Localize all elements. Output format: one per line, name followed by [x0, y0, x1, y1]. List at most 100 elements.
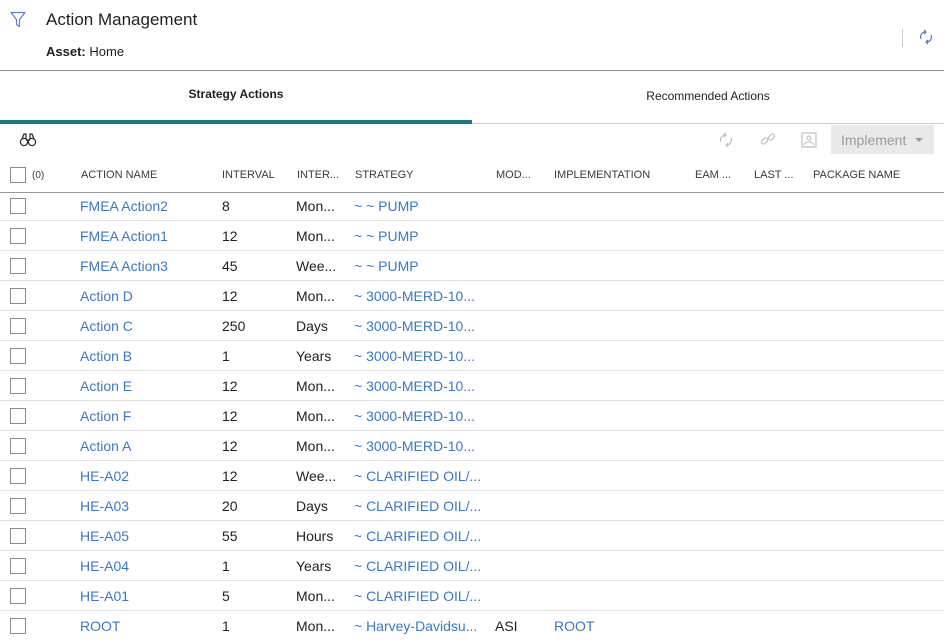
row-checkbox[interactable]: [10, 348, 26, 364]
implement-button[interactable]: Implement: [831, 125, 934, 154]
implementation-link[interactable]: [554, 281, 689, 310]
action-name-link[interactable]: Action E: [80, 371, 215, 400]
table-row[interactable]: Action E 12 Mon... ~ 3000-MERD-10...: [0, 371, 944, 401]
column-header-action-name[interactable]: ACTION NAME: [81, 158, 157, 192]
column-header-strategy[interactable]: STRATEGY: [355, 158, 413, 192]
strategy-link[interactable]: ~ 3000-MERD-10...: [354, 311, 490, 340]
row-checkbox[interactable]: [10, 468, 26, 484]
interval-unit-value: Wee...: [296, 467, 337, 484]
implementation-link[interactable]: [554, 461, 689, 490]
implementation-link[interactable]: ROOT: [554, 611, 689, 640]
action-name-link[interactable]: FMEA Action2: [80, 191, 215, 220]
link-icon[interactable]: [759, 131, 777, 149]
table-row[interactable]: Action D 12 Mon... ~ 3000-MERD-10...: [0, 281, 944, 311]
interval-value: 250: [222, 317, 246, 334]
table-row[interactable]: Action F 12 Mon... ~ 3000-MERD-10...: [0, 401, 944, 431]
action-name-link[interactable]: HE-A02: [80, 461, 215, 490]
interval-unit-value: Mon...: [296, 197, 335, 214]
implementation-link[interactable]: [554, 191, 689, 220]
implementation-link[interactable]: [554, 221, 689, 250]
column-header-package-name[interactable]: PACKAGE NAME: [813, 158, 900, 192]
column-header-mod[interactable]: MOD...: [496, 158, 531, 192]
tab-recommended-actions[interactable]: Recommended Actions: [472, 71, 944, 124]
strategy-link[interactable]: ~ 3000-MERD-10...: [354, 401, 490, 430]
strategy-link[interactable]: ~ Harvey-Davidsu...: [354, 611, 490, 640]
table-row[interactable]: HE-A05 55 Hours ~ CLARIFIED OIL/...: [0, 521, 944, 551]
table-row[interactable]: HE-A03 20 Days ~ CLARIFIED OIL/...: [0, 491, 944, 521]
row-checkbox[interactable]: [10, 288, 26, 304]
strategy-link[interactable]: ~ ~ PUMP: [354, 251, 490, 280]
action-name-link[interactable]: Action F: [80, 401, 215, 430]
row-checkbox[interactable]: [10, 228, 26, 244]
table-row[interactable]: HE-A02 12 Wee... ~ CLARIFIED OIL/...: [0, 461, 944, 491]
strategy-link[interactable]: ~ ~ PUMP: [354, 191, 490, 220]
table-row[interactable]: Action B 1 Years ~ 3000-MERD-10...: [0, 341, 944, 371]
filter-icon[interactable]: [10, 11, 26, 29]
action-name-link[interactable]: Action B: [80, 341, 215, 370]
binoculars-icon[interactable]: [19, 132, 37, 148]
interval-unit-value: Wee...: [296, 257, 337, 274]
row-checkbox[interactable]: [10, 318, 26, 334]
action-name-link[interactable]: Action A: [80, 431, 215, 460]
strategy-link[interactable]: ~ 3000-MERD-10...: [354, 371, 490, 400]
implementation-link[interactable]: [554, 251, 689, 280]
column-header-implementation[interactable]: IMPLEMENTATION: [554, 158, 650, 192]
table-row[interactable]: HE-A04 1 Years ~ CLARIFIED OIL/...: [0, 551, 944, 581]
row-checkbox[interactable]: [10, 408, 26, 424]
implementation-link[interactable]: [554, 341, 689, 370]
strategy-link[interactable]: ~ CLARIFIED OIL/...: [354, 491, 490, 520]
row-checkbox[interactable]: [10, 618, 26, 634]
image-icon[interactable]: [800, 131, 818, 149]
strategy-link[interactable]: ~ CLARIFIED OIL/...: [354, 581, 490, 610]
refresh-icon[interactable]: [717, 131, 735, 149]
table-row[interactable]: ROOT 1 Mon... ~ Harvey-Davidsu... ASI ROOT: [0, 611, 944, 640]
action-name-link[interactable]: Action D: [80, 281, 215, 310]
action-name-link[interactable]: HE-A03: [80, 491, 215, 520]
table-row[interactable]: FMEA Action1 12 Mon... ~ ~ PUMP: [0, 221, 944, 251]
strategy-link[interactable]: ~ 3000-MERD-10...: [354, 341, 490, 370]
implementation-link[interactable]: [554, 551, 689, 580]
action-name-link[interactable]: HE-A04: [80, 551, 215, 580]
implementation-link[interactable]: [554, 371, 689, 400]
mod-value: [495, 461, 550, 490]
strategy-link[interactable]: ~ CLARIFIED OIL/...: [354, 551, 490, 580]
row-checkbox[interactable]: [10, 558, 26, 574]
action-name-link[interactable]: HE-A01: [80, 581, 215, 610]
strategy-link[interactable]: ~ 3000-MERD-10...: [354, 281, 490, 310]
column-header-interval[interactable]: INTERVAL: [222, 158, 275, 192]
action-name-link[interactable]: FMEA Action1: [80, 221, 215, 250]
action-name-link[interactable]: HE-A05: [80, 521, 215, 550]
implementation-link[interactable]: [554, 401, 689, 430]
strategy-link[interactable]: ~ 3000-MERD-10...: [354, 431, 490, 460]
row-checkbox[interactable]: [10, 588, 26, 604]
column-header-interval-unit[interactable]: INTER...: [297, 158, 339, 192]
row-checkbox[interactable]: [10, 438, 26, 454]
implementation-link[interactable]: [554, 521, 689, 550]
action-name-link[interactable]: Action C: [80, 311, 215, 340]
table-row[interactable]: Action A 12 Mon... ~ 3000-MERD-10...: [0, 431, 944, 461]
strategy-link[interactable]: ~ CLARIFIED OIL/...: [354, 461, 490, 490]
implementation-link[interactable]: [554, 431, 689, 460]
select-all-checkbox[interactable]: [10, 167, 26, 183]
implementation-link[interactable]: [554, 581, 689, 610]
row-checkbox[interactable]: [10, 498, 26, 514]
interval-value: 45: [222, 257, 238, 274]
strategy-link[interactable]: ~ CLARIFIED OIL/...: [354, 521, 490, 550]
column-header-eam[interactable]: EAM ...: [695, 158, 731, 192]
implementation-link[interactable]: [554, 491, 689, 520]
row-checkbox[interactable]: [10, 258, 26, 274]
refresh-icon[interactable]: [917, 28, 935, 46]
row-checkbox[interactable]: [10, 198, 26, 214]
strategy-link[interactable]: ~ ~ PUMP: [354, 221, 490, 250]
table-row[interactable]: Action C 250 Days ~ 3000-MERD-10...: [0, 311, 944, 341]
implementation-link[interactable]: [554, 311, 689, 340]
column-header-last[interactable]: LAST ...: [754, 158, 794, 192]
tab-strategy-actions[interactable]: Strategy Actions: [0, 71, 472, 124]
table-row[interactable]: FMEA Action3 45 Wee... ~ ~ PUMP: [0, 251, 944, 281]
action-name-link[interactable]: ROOT: [80, 611, 215, 640]
action-name-link[interactable]: FMEA Action3: [80, 251, 215, 280]
row-checkbox[interactable]: [10, 378, 26, 394]
table-row[interactable]: HE-A01 5 Mon... ~ CLARIFIED OIL/...: [0, 581, 944, 611]
row-checkbox[interactable]: [10, 528, 26, 544]
table-row[interactable]: FMEA Action2 8 Mon... ~ ~ PUMP: [0, 191, 944, 221]
